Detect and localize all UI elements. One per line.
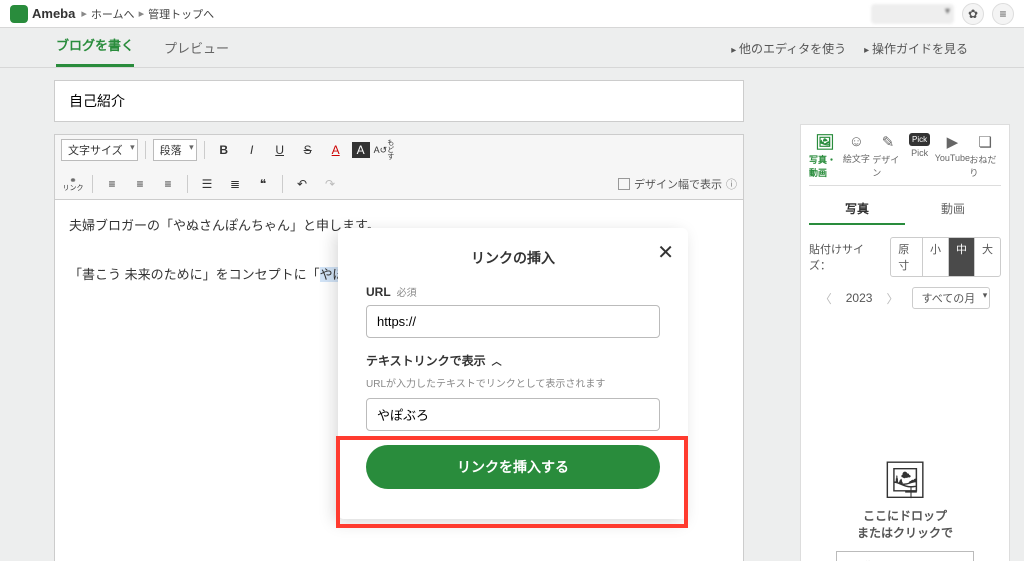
text-color-button[interactable]: A xyxy=(324,139,348,161)
text-link-help: URLが入力したテキストでリンクとして表示されます xyxy=(366,375,660,390)
editor-toolbar: 文字サイズ 段落 B I U S A A A↺もどす ⚭リンク ≡ ≡ ≡ ☰ … xyxy=(54,134,744,200)
highlight-button[interactable]: A xyxy=(352,142,370,158)
media-tab-wishlist[interactable]: ❏おねだり xyxy=(969,133,1001,179)
image-drop-area[interactable]: 🖼＋ ここにドロップ またはクリックで 画像をアップロード xyxy=(809,459,1001,561)
align-left-button[interactable]: ≡ xyxy=(100,173,124,195)
design-icon: ✎ xyxy=(882,133,895,151)
link-button[interactable]: ⚭リンク xyxy=(61,173,85,195)
month-select[interactable]: すべての月 xyxy=(912,287,990,309)
size-original[interactable]: 原寸 xyxy=(891,238,923,276)
undo-button[interactable]: ↶ xyxy=(290,173,314,195)
year-label: 2023 xyxy=(846,291,873,305)
drop-text-1: ここにドロップ xyxy=(863,509,947,523)
paragraph-select[interactable]: 段落 xyxy=(153,139,197,161)
brand-logo[interactable]: Ameba xyxy=(10,5,75,23)
user-menu[interactable] xyxy=(871,4,954,24)
media-subtabs: 写真 動画 xyxy=(809,194,1001,225)
media-tablist: 🖼写真・動画 ☺絵文字 ✎デザイン PickPick ▶YouTube ❏おねだ… xyxy=(809,133,1001,186)
size-large[interactable]: 大 xyxy=(975,238,1000,276)
media-tab-emoji[interactable]: ☺絵文字 xyxy=(841,133,873,179)
next-year-icon[interactable]: 〉 xyxy=(886,290,898,307)
ameba-icon xyxy=(10,5,28,23)
subtab-video[interactable]: 動画 xyxy=(905,194,1001,225)
url-input[interactable] xyxy=(366,305,660,338)
drop-text-2: またはクリックで xyxy=(857,526,953,540)
top-bar: Ameba ▸ ホームへ ▸ 管理トップへ ✿ ≡ xyxy=(0,0,1024,28)
bold-button[interactable]: B xyxy=(212,139,236,161)
link-text-input[interactable] xyxy=(366,398,660,431)
hamburger-icon[interactable]: ≡ xyxy=(992,3,1014,25)
image-icon: 🖼 xyxy=(815,133,834,151)
upload-button[interactable]: 画像をアップロード xyxy=(836,551,974,561)
youtube-icon: ▶ xyxy=(947,133,959,151)
clear-format-button[interactable]: A↺もどす xyxy=(374,139,398,161)
url-label: URL 必須 xyxy=(366,284,660,299)
size-medium[interactable]: 中 xyxy=(949,238,975,276)
insert-link-button[interactable]: リンクを挿入する xyxy=(366,445,660,489)
design-width-label: デザイン幅で表示 xyxy=(634,176,722,192)
post-title-input[interactable] xyxy=(54,80,744,122)
paste-size-segment: 原寸 小 中 大 xyxy=(890,237,1001,277)
tab-preview[interactable]: プレビュー xyxy=(164,38,229,67)
link-other-editor[interactable]: 他のエディタを使う xyxy=(731,40,846,57)
unordered-list-button[interactable]: ≣ xyxy=(223,173,247,195)
pick-icon: Pick xyxy=(909,133,930,146)
text-link-toggle[interactable]: テキストリンクで表示 ︿ xyxy=(366,352,660,369)
media-tab-youtube[interactable]: ▶YouTube xyxy=(935,133,969,179)
brand-text: Ameba xyxy=(32,6,75,21)
sub-header: ブログを書く プレビュー 他のエディタを使う 操作ガイドを見る xyxy=(0,28,1024,68)
breadcrumb: ▸ ホームへ ▸ 管理トップへ xyxy=(81,6,214,22)
gift-icon: ❏ xyxy=(978,133,991,151)
upload-icon: 🖼＋ xyxy=(809,459,1001,501)
main-area: 文字サイズ 段落 B I U S A A A↺もどす ⚭リンク ≡ ≡ ≡ ☰ … xyxy=(0,68,1024,561)
size-small[interactable]: 小 xyxy=(923,238,949,276)
year-nav: 〈 2023 〉 すべての月 xyxy=(809,287,1001,309)
align-center-button[interactable]: ≡ xyxy=(128,173,152,195)
crumb-admin[interactable]: 管理トップへ xyxy=(148,6,214,22)
ordered-list-button[interactable]: ☰ xyxy=(195,173,219,195)
prev-year-icon[interactable]: 〈 xyxy=(820,290,832,307)
emoji-icon: ☺ xyxy=(849,133,864,150)
redo-button[interactable]: ↷ xyxy=(318,173,342,195)
link-guide[interactable]: 操作ガイドを見る xyxy=(864,40,968,57)
crumb-home[interactable]: ホームへ xyxy=(91,6,135,22)
italic-button[interactable]: I xyxy=(240,139,264,161)
insert-link-modal: ✕ リンクの挿入 URL 必須 テキストリンクで表示 ︿ URLが入力したテキス… xyxy=(338,228,688,519)
design-width-checkbox[interactable] xyxy=(618,178,630,190)
strike-button[interactable]: S xyxy=(296,139,320,161)
media-tab-photo-video[interactable]: 🖼写真・動画 xyxy=(809,133,841,179)
blockquote-button[interactable]: ❝ xyxy=(251,173,275,195)
media-tab-design[interactable]: ✎デザイン xyxy=(872,133,904,179)
modal-title: リンクの挿入 xyxy=(366,248,660,268)
settings-icon[interactable]: ✿ xyxy=(962,3,984,25)
align-right-button[interactable]: ≡ xyxy=(156,173,180,195)
paste-size-row: 貼付けサイズ： 原寸 小 中 大 xyxy=(809,237,1001,277)
tab-write[interactable]: ブログを書く xyxy=(56,35,134,67)
help-icon[interactable]: ⓘ xyxy=(726,176,737,192)
font-size-select[interactable]: 文字サイズ xyxy=(61,139,138,161)
subtab-photo[interactable]: 写真 xyxy=(809,194,905,225)
media-tab-pick[interactable]: PickPick xyxy=(904,133,936,179)
media-panel: 🖼写真・動画 ☺絵文字 ✎デザイン PickPick ▶YouTube ❏おねだ… xyxy=(800,124,1010,561)
close-icon[interactable]: ✕ xyxy=(657,240,674,265)
underline-button[interactable]: U xyxy=(268,139,292,161)
chevron-up-icon: ︿ xyxy=(492,353,502,368)
